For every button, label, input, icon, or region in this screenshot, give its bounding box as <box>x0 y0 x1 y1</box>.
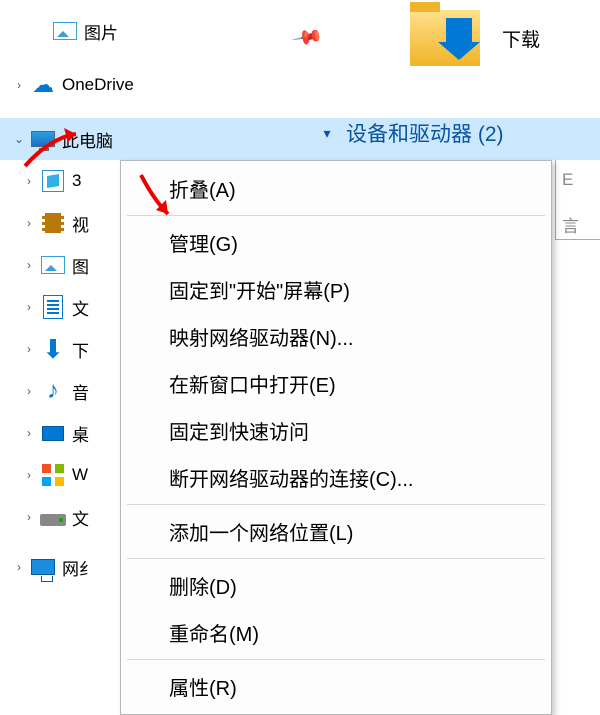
pictures-icon <box>40 252 66 278</box>
chevron-down-icon[interactable]: ⌄ <box>8 132 30 146</box>
downloads-label: 下载 <box>502 25 540 52</box>
separator <box>127 659 545 660</box>
tree-label: 下 <box>72 337 89 362</box>
tree-label: 网纟 <box>62 555 96 580</box>
partial-letter: 言 <box>562 212 579 237</box>
downloads-tile[interactable]: 下载 <box>410 10 540 66</box>
desktop-icon <box>40 420 66 446</box>
tree-label: 此电脑 <box>62 127 113 152</box>
devices-and-drives-header[interactable]: ▾ 设备和驱动器 (2) <box>316 118 504 148</box>
ctx-manage[interactable]: 管理(G) <box>121 219 551 266</box>
chevron-right-icon[interactable]: › <box>18 510 40 524</box>
tree-label: W <box>72 465 88 485</box>
ctx-delete[interactable]: 删除(D) <box>121 562 551 609</box>
partial-letter: E <box>562 170 573 190</box>
tree-label: 桌 <box>72 421 89 446</box>
tree-item-this-pc[interactable]: ⌄ 此电脑 <box>0 118 600 160</box>
context-menu: 折叠(A) 管理(G) 固定到"开始"屏幕(P) 映射网络驱动器(N)... 在… <box>120 160 552 715</box>
devices-header-label: 设备和驱动器 (2) <box>346 118 504 148</box>
chevron-right-icon[interactable]: › <box>18 468 40 482</box>
ctx-properties[interactable]: 属性(R) <box>121 663 551 710</box>
network-icon <box>30 554 56 580</box>
chevron-down-icon: ▾ <box>316 125 338 142</box>
chevron-right-icon[interactable]: › <box>8 78 30 92</box>
tree-label: 文 <box>72 505 89 530</box>
ctx-rename[interactable]: 重命名(M) <box>121 609 551 656</box>
tree-item-onedrive[interactable]: › ☁ OneDrive <box>0 64 600 106</box>
ctx-disconnect-drive[interactable]: 断开网络驱动器的连接(C)... <box>121 454 551 501</box>
partial-tile: E 言 <box>555 160 600 240</box>
tree-label: 图 <box>72 253 89 278</box>
folder-download-icon <box>410 10 480 66</box>
tree-label: 文 <box>72 295 89 320</box>
document-icon <box>40 294 66 320</box>
ctx-open-new-window[interactable]: 在新窗口中打开(E) <box>121 360 551 407</box>
ctx-map-drive[interactable]: 映射网络驱动器(N)... <box>121 313 551 360</box>
cube-icon <box>40 168 66 194</box>
windows-icon <box>40 462 66 488</box>
tree-label: 视 <box>72 211 89 236</box>
download-icon: ⬇ <box>40 336 66 362</box>
pictures-icon <box>52 18 78 44</box>
ctx-pin-quick-access[interactable]: 固定到快速访问 <box>121 407 551 454</box>
music-icon: ♪ <box>40 378 66 404</box>
tree-label: 图片 <box>84 19 118 44</box>
chevron-right-icon[interactable]: › <box>18 342 40 356</box>
chevron-right-icon[interactable]: › <box>18 216 40 230</box>
separator <box>127 215 545 216</box>
tree-label: 音 <box>72 379 89 404</box>
ctx-pin-start[interactable]: 固定到"开始"屏幕(P) <box>121 266 551 313</box>
drive-icon <box>40 504 66 530</box>
chevron-right-icon[interactable]: › <box>18 258 40 272</box>
chevron-right-icon[interactable]: › <box>18 426 40 440</box>
separator <box>127 558 545 559</box>
onedrive-icon: ☁ <box>30 72 56 98</box>
chevron-right-icon[interactable]: › <box>18 300 40 314</box>
chevron-right-icon[interactable]: › <box>18 384 40 398</box>
tree-label: 3 <box>72 171 81 191</box>
this-pc-icon <box>30 126 56 152</box>
tree-label: OneDrive <box>62 75 134 95</box>
video-icon <box>40 210 66 236</box>
ctx-add-network-location[interactable]: 添加一个网络位置(L) <box>121 508 551 555</box>
separator <box>127 504 545 505</box>
chevron-right-icon[interactable]: › <box>18 174 40 188</box>
ctx-collapse[interactable]: 折叠(A) <box>121 165 551 212</box>
chevron-right-icon[interactable]: › <box>8 560 30 574</box>
